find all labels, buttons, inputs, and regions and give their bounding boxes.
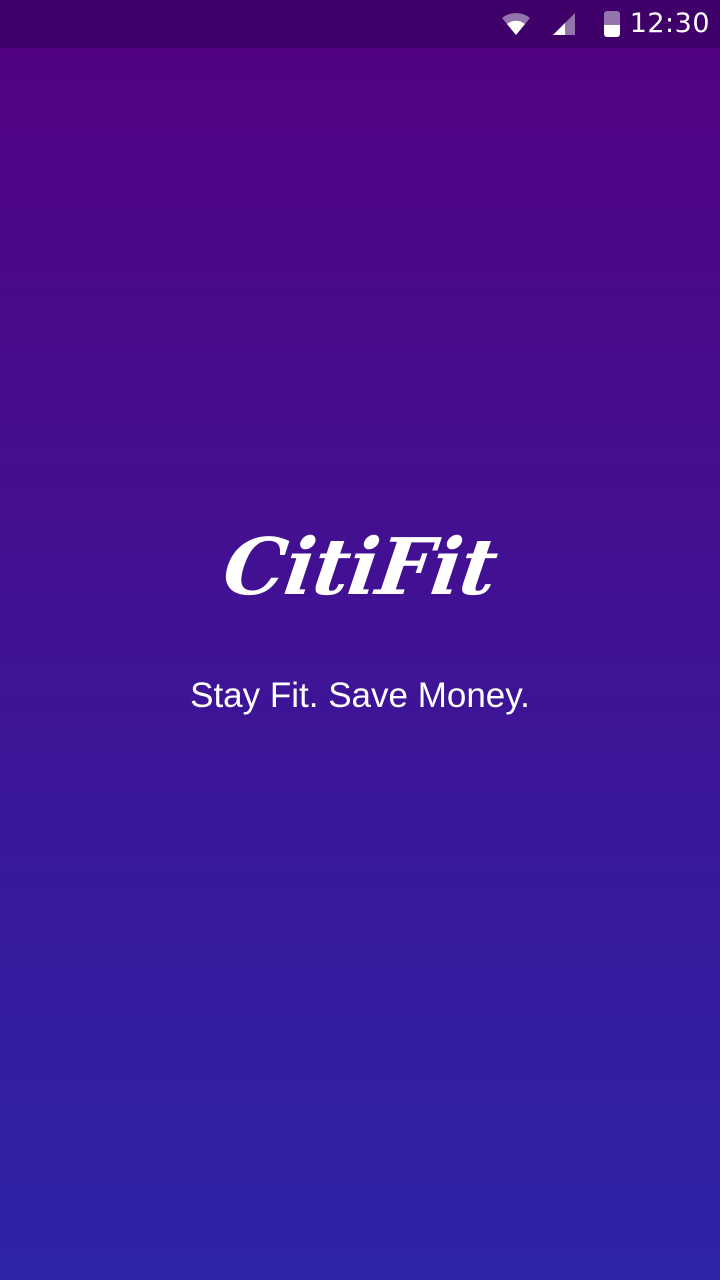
cellular-signal-icon <box>548 0 580 48</box>
splash-screen: CitiFit Stay Fit. Save Money. <box>0 48 720 1280</box>
status-bar-clock: 12:30 <box>629 8 710 39</box>
battery-icon <box>598 0 626 48</box>
wifi-icon <box>498 0 534 48</box>
app-logo: CitiFit <box>217 522 503 613</box>
status-bar: 12:30 <box>0 0 720 48</box>
app-tagline: Stay Fit. Save Money. <box>190 676 530 715</box>
